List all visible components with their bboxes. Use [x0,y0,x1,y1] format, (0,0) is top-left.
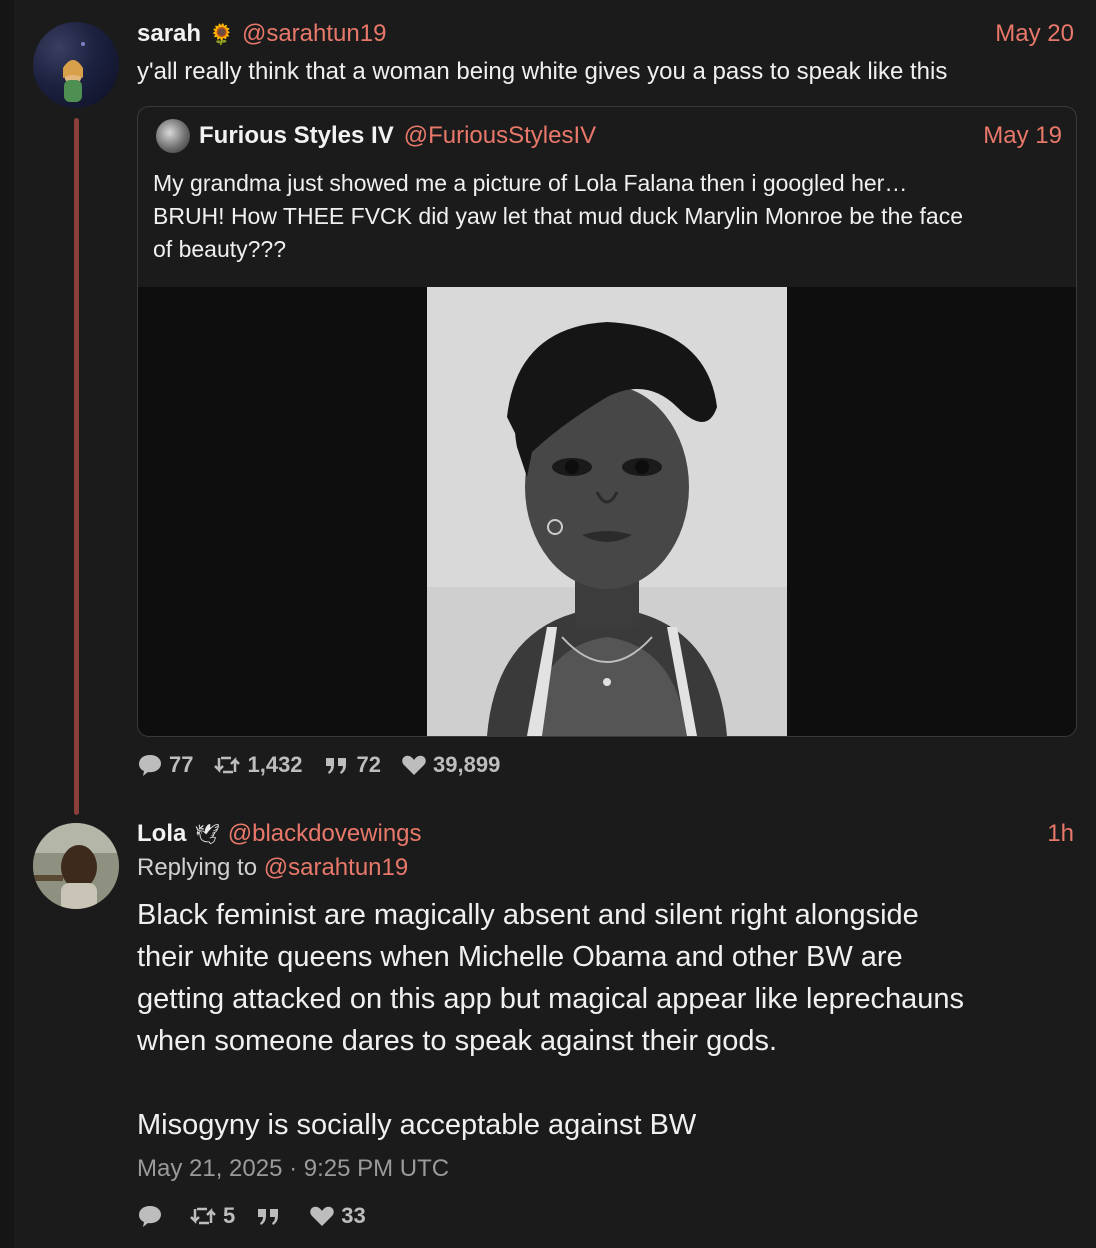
reply-count: 77 [169,752,194,777]
quoted-text-line: BRUH! How THEE FVCK did yaw let that mud… [153,203,964,229]
reply-tweet-header: Lola 🕊 @blackdovewings [137,820,422,848]
quoted-text-line: of beauty??? [153,236,287,262]
quoted-text-line: My grandma just showed me a picture of L… [153,170,908,196]
comment-icon [139,755,161,776]
retweet-count: 1,432 [247,752,303,777]
quoted-media-container [138,287,1076,736]
quoted-tweet-date[interactable]: May 19 [983,122,1062,150]
comment-icon [139,1206,161,1227]
reply-tweet-stats: 5 33 [137,1203,386,1229]
quoted-author-handle[interactable]: @FuriousStylesIV [404,122,596,150]
reply-author-handle[interactable]: @blackdovewings [228,820,422,848]
retweet-stat[interactable]: 5 [189,1203,235,1229]
thread-connector-line [74,118,79,815]
reply-text-line: their white queens when Michelle Obama a… [137,941,903,973]
retweet-count: 5 [223,1203,236,1228]
quote-icon [258,1209,279,1225]
reply-timestamp[interactable]: May 21, 2025 · 9:25 PM UTC [137,1155,449,1183]
like-count: 39,899 [433,752,501,777]
tweet-date[interactable]: May 20 [995,20,1074,48]
reply-tweet-date[interactable]: 1h [1047,820,1074,848]
main-tweet-stats: 77 1,432 72 39,899 [137,752,520,778]
quote-stat[interactable] [255,1205,289,1227]
reply-text-line: Misogyny is socially acceptable against … [137,1109,697,1141]
portrait-image [427,287,787,736]
avatar-lola[interactable] [33,823,119,909]
quoted-tweet-header: Furious Styles IV @FuriousStylesIV [199,122,596,150]
replying-to-line: Replying to @sarahtun19 [137,854,408,882]
reply-text-line: Black feminist are magically absent and … [137,899,919,931]
quoted-author-name[interactable]: Furious Styles IV [199,122,394,150]
retweet-icon [190,1207,216,1225]
like-count: 33 [341,1203,366,1228]
retweet-stat[interactable]: 1,432 [213,752,303,778]
quoted-tweet-card[interactable]: Furious Styles IV @FuriousStylesIV May 1… [137,106,1077,737]
sunflower-emoji-icon: 🌻 [209,23,234,46]
author-name[interactable]: sarah [137,20,201,48]
quote-icon [325,758,346,774]
reply-text-line: when someone dares to speak against thei… [137,1025,778,1057]
quoted-tweet-text: My grandma just showed me a picture of L… [153,167,1053,266]
replying-to-label: Replying to [137,854,258,881]
reply-tweet-text: Black feminist are magically absent and … [137,894,1077,1146]
reply-author-name[interactable]: Lola [137,820,186,848]
heart-icon [310,1206,334,1226]
author-handle[interactable]: @sarahtun19 [242,20,386,48]
quoted-author-avatar[interactable] [156,119,190,153]
dove-emoji-icon: 🕊 [194,823,220,846]
reply-stat[interactable] [137,1204,169,1228]
tweet-text: y'all really think that a woman being wh… [137,58,948,85]
avatar-sarah[interactable] [33,22,119,108]
quote-stat[interactable]: 72 [323,752,381,778]
retweet-icon [214,756,241,774]
like-stat[interactable]: 33 [309,1203,366,1229]
replying-to-handle[interactable]: @sarahtun19 [264,854,408,881]
reply-stat[interactable]: 77 [137,752,193,778]
quoted-photo[interactable] [427,287,787,736]
reply-text-line: getting attacked on this app but magical… [137,983,965,1015]
heart-icon [402,755,426,775]
like-stat[interactable]: 39,899 [401,752,500,778]
main-tweet-header: sarah 🌻 @sarahtun19 [137,20,386,48]
avatar-image [63,42,85,102]
avatar-image [33,823,119,909]
quote-count: 72 [356,752,382,777]
